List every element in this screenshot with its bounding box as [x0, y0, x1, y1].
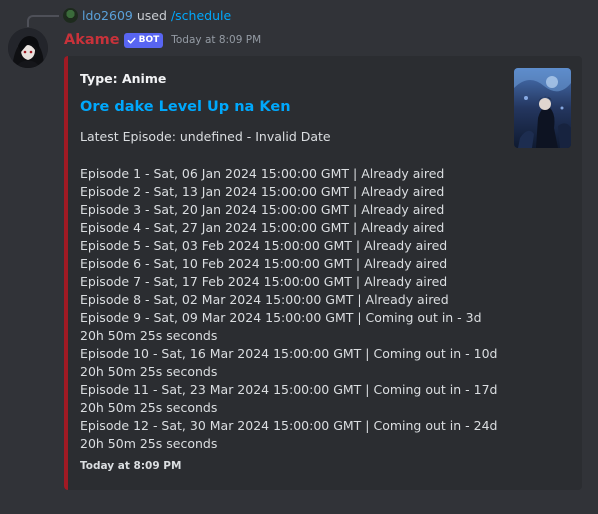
- message-header: Akame BOT Today at 8:09 PM: [64, 30, 261, 50]
- embed-footer-timestamp: Today at 8:09 PM: [80, 460, 182, 472]
- episode-row: Episode 3 - Sat, 20 Jan 2024 15:00:00 GM…: [80, 202, 445, 217]
- command-reply-line[interactable]: ldo2609 used /schedule: [63, 6, 231, 24]
- avatar-image: [8, 28, 48, 68]
- reply-connector: [27, 15, 59, 27]
- schedule-embed: Type: Anime Ore dake Level Up na Ken Lat…: [64, 56, 582, 490]
- episode-row: Episode 12 - Sat, 30 Mar 2024 15:00:00 G…: [80, 418, 498, 451]
- episode-row: Episode 2 - Sat, 13 Jan 2024 15:00:00 GM…: [80, 184, 445, 199]
- embed-title[interactable]: Ore dake Level Up na Ken: [80, 99, 291, 115]
- thumbnail-image: [514, 68, 571, 148]
- message-container: ldo2609 used /schedule Akame BOT Today a…: [0, 0, 598, 514]
- bot-badge-label: BOT: [138, 35, 160, 45]
- episode-row: Episode 11 - Sat, 23 Mar 2024 15:00:00 G…: [80, 382, 498, 415]
- reply-username[interactable]: ldo2609: [82, 8, 133, 23]
- reply-user-avatar[interactable]: [63, 7, 78, 23]
- latest-episode-text: Latest Episode: undefined - Invalid Date: [80, 129, 331, 144]
- author-avatar[interactable]: [8, 28, 48, 68]
- episode-row: Episode 7 - Sat, 17 Feb 2024 15:00:00 GM…: [80, 274, 448, 289]
- episode-row: Episode 8 - Sat, 02 Mar 2024 15:00:00 GM…: [80, 292, 449, 307]
- embed-type-label: Type: Anime: [80, 71, 167, 86]
- verified-check-icon: [127, 37, 136, 44]
- episode-row: Episode 9 - Sat, 09 Mar 2024 15:00:00 GM…: [80, 310, 482, 343]
- reply-used-text: used: [136, 7, 167, 23]
- message-timestamp[interactable]: Today at 8:09 PM: [171, 34, 261, 46]
- episode-list: Episode 1 - Sat, 06 Jan 2024 15:00:00 GM…: [80, 165, 500, 453]
- episode-row: Episode 4 - Sat, 27 Jan 2024 15:00:00 GM…: [80, 220, 445, 235]
- anime-thumbnail[interactable]: [514, 68, 571, 148]
- episode-row: Episode 5 - Sat, 03 Feb 2024 15:00:00 GM…: [80, 238, 448, 253]
- episode-row: Episode 10 - Sat, 16 Mar 2024 15:00:00 G…: [80, 346, 498, 379]
- reply-command[interactable]: /schedule: [171, 8, 231, 23]
- bot-badge: BOT: [123, 32, 164, 48]
- episode-row: Episode 6 - Sat, 10 Feb 2024 15:00:00 GM…: [80, 256, 448, 271]
- author-username[interactable]: Akame: [64, 32, 120, 48]
- episode-row: Episode 1 - Sat, 06 Jan 2024 15:00:00 GM…: [80, 166, 445, 181]
